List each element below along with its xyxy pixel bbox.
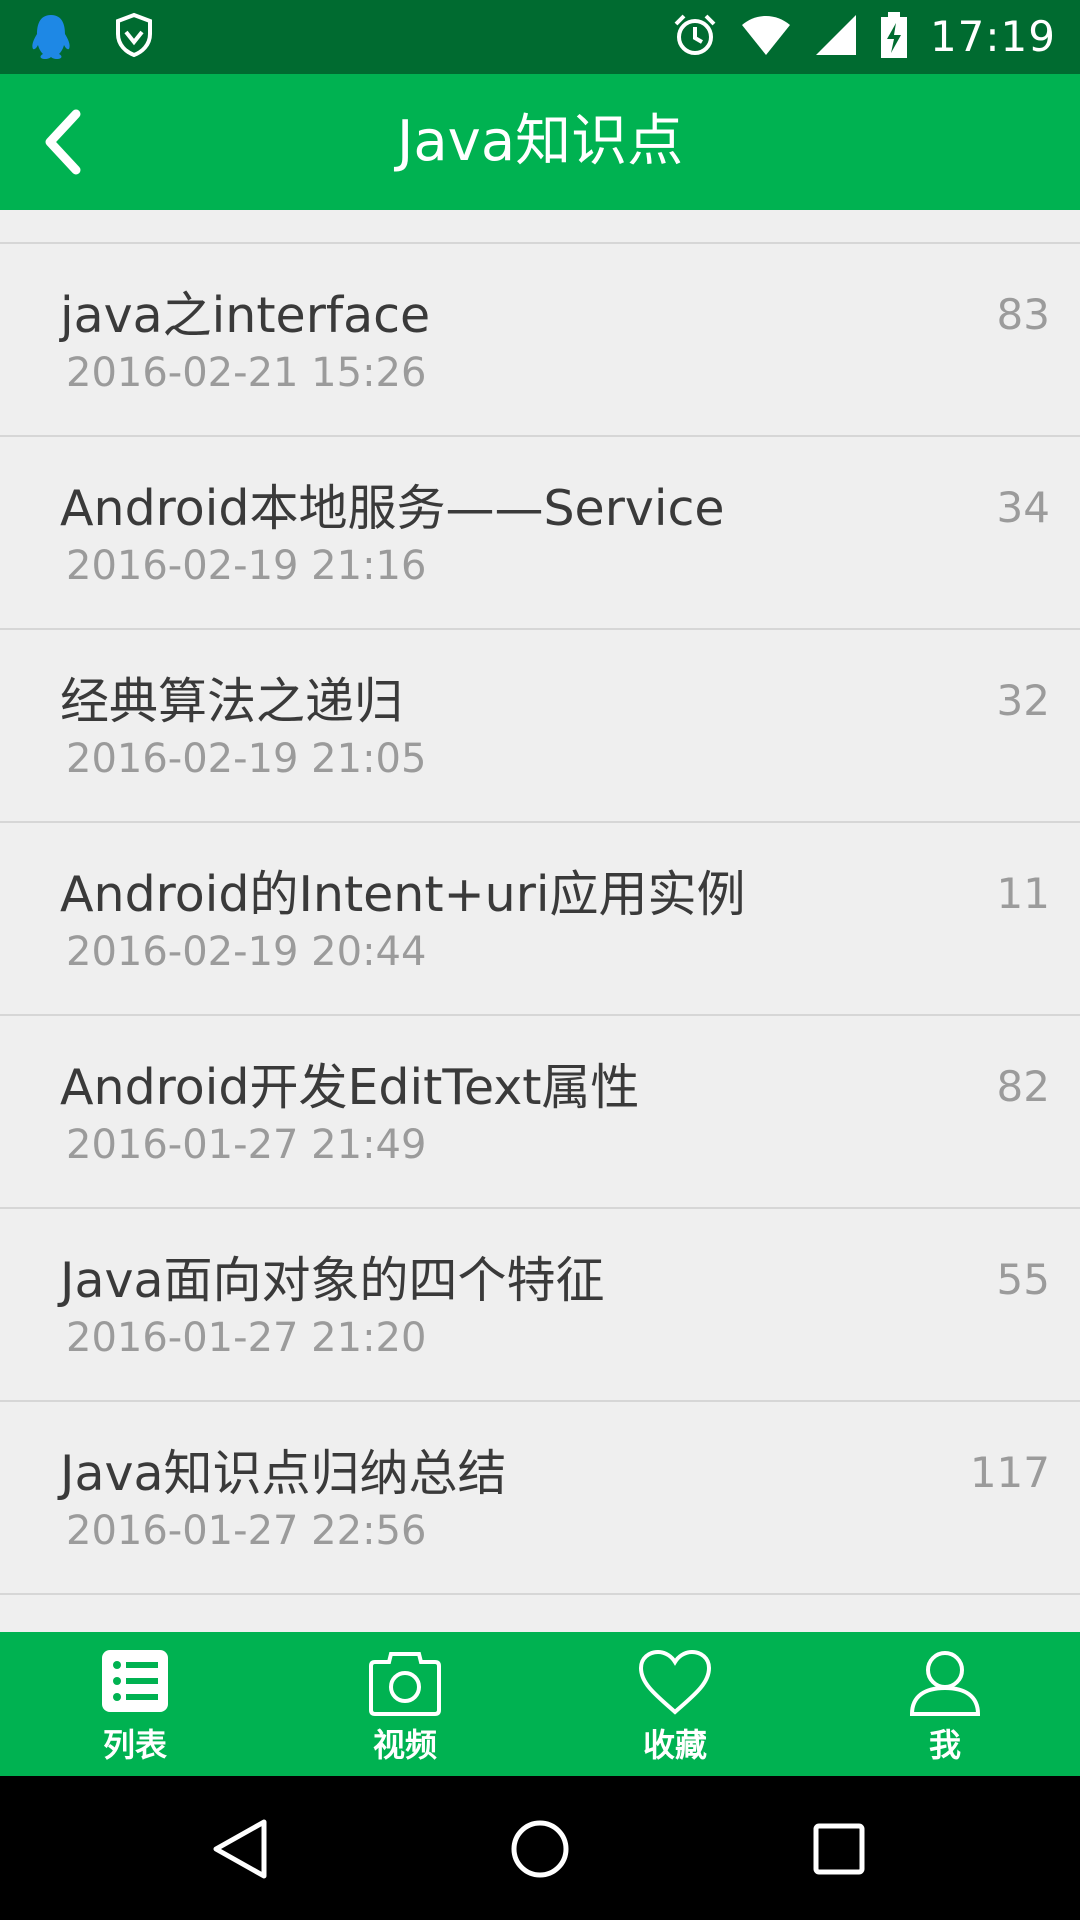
- tab-video[interactable]: 视频: [270, 1632, 540, 1776]
- alarm-icon: [672, 12, 718, 62]
- tab-favorites[interactable]: 收藏: [540, 1632, 810, 1776]
- article-count: 32: [996, 676, 1050, 725]
- article-count: 82: [996, 1062, 1050, 1111]
- article-date: 2016-01-27 22:56: [66, 1508, 427, 1554]
- article-date: 2016-02-21 15:26: [66, 350, 427, 396]
- chevron-left-icon: [45, 109, 81, 175]
- list-icon: [102, 1650, 168, 1712]
- article-list-item[interactable]: java之interface 2016-02-21 15:26 83: [0, 244, 1080, 437]
- article-list-item[interactable]: Java面向对象的四个特征 2016-01-27 21:20 55: [0, 1209, 1080, 1402]
- app-bar: Java知识点: [0, 74, 1080, 210]
- tab-list[interactable]: 列表: [0, 1632, 270, 1776]
- list-top-strip: [0, 210, 1080, 244]
- signal-icon: [814, 13, 858, 61]
- article-date: 2016-02-19 20:44: [66, 929, 427, 975]
- nav-back-button[interactable]: [208, 1816, 274, 1882]
- nav-home-button[interactable]: [507, 1816, 573, 1882]
- tab-label: 视频: [372, 1726, 437, 1764]
- article-count: 55: [996, 1255, 1050, 1304]
- article-list[interactable]: java之interface 2016-02-21 15:26 83 Andro…: [0, 210, 1080, 1632]
- system-nav-bar: [0, 1776, 1080, 1920]
- article-title: Java面向对象的四个特征: [60, 1252, 605, 1309]
- wifi-icon: [740, 13, 792, 61]
- article-list-item[interactable]: Android本地服务——Service 2016-02-19 21:16 34: [0, 437, 1080, 630]
- clock-time: 17:19: [929, 12, 1056, 61]
- article-title: Java知识点归纳总结: [60, 1445, 507, 1502]
- page-title: Java知识点: [396, 109, 684, 174]
- qq-icon: [28, 12, 74, 66]
- article-title: 经典算法之递归: [60, 673, 404, 730]
- back-button[interactable]: [30, 104, 106, 180]
- article-date: 2016-02-19 21:16: [66, 543, 427, 589]
- home-circle-icon: [511, 1820, 569, 1878]
- article-title: Android的Intent+uri应用实例: [60, 866, 746, 923]
- tab-label: 列表: [102, 1726, 167, 1764]
- article-title: java之interface: [60, 287, 431, 344]
- tab-label: 我: [928, 1726, 961, 1764]
- user-icon: [909, 1651, 981, 1716]
- article-list-item[interactable]: Android开发EditText属性 2016-01-27 21:49 82: [0, 1016, 1080, 1209]
- article-count: 34: [996, 483, 1050, 532]
- article-date: 2016-01-27 21:49: [66, 1122, 427, 1168]
- article-count: 83: [996, 290, 1050, 339]
- article-title: Android本地服务——Service: [60, 480, 725, 537]
- tab-label: 收藏: [642, 1726, 707, 1764]
- article-date: 2016-01-27 21:20: [66, 1315, 427, 1361]
- status-bar: 17:19: [0, 0, 1080, 74]
- shield-icon: [114, 12, 154, 66]
- article-title: Android开发EditText属性: [60, 1059, 640, 1116]
- article-count: 117: [969, 1448, 1050, 1497]
- article-list-item[interactable]: Java知识点归纳总结 2016-01-27 22:56 117: [0, 1402, 1080, 1595]
- heart-icon: [638, 1649, 712, 1715]
- article-date: 2016-02-19 21:05: [66, 736, 427, 782]
- battery-charging-icon: [880, 11, 908, 63]
- tab-me[interactable]: 我: [810, 1632, 1080, 1776]
- article-count: 11: [996, 869, 1050, 918]
- nav-recents-button[interactable]: [806, 1816, 872, 1882]
- article-list-item[interactable]: Android的Intent+uri应用实例 2016-02-19 20:44 …: [0, 823, 1080, 1016]
- camera-icon: [369, 1652, 441, 1716]
- bottom-tab-bar: 列表 视频 收藏 我: [0, 1632, 1080, 1776]
- recents-square-icon: [813, 1823, 865, 1875]
- back-triangle-icon: [213, 1819, 267, 1879]
- article-list-item[interactable]: 经典算法之递归 2016-02-19 21:05 32: [0, 630, 1080, 823]
